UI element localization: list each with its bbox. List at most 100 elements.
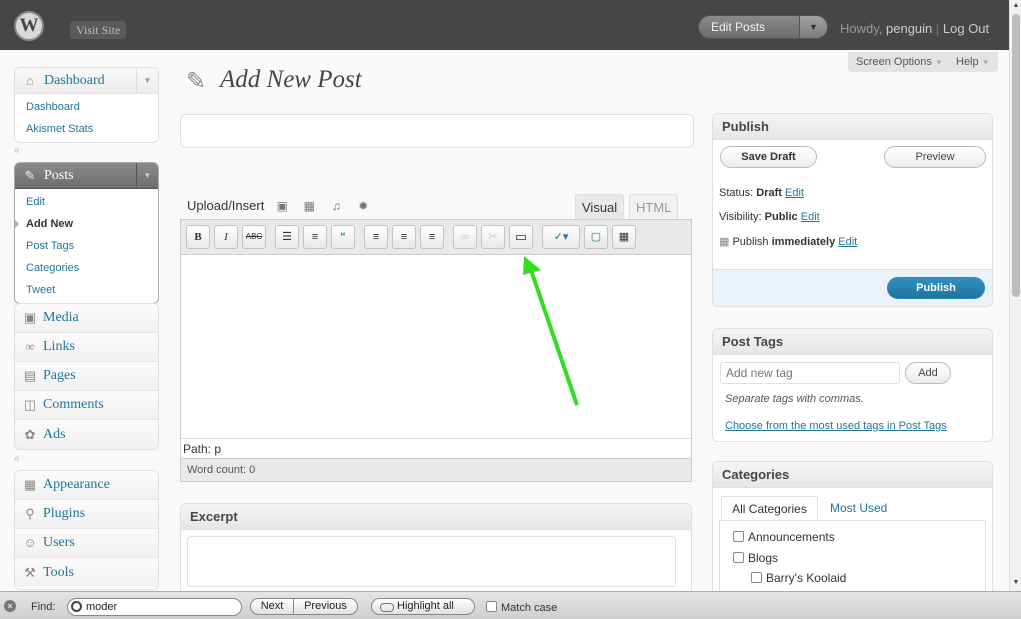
- menu-links[interactable]: ∞ Links: [15, 333, 158, 362]
- new-tag-input[interactable]: [720, 362, 900, 384]
- annotation-arrow-icon: [523, 256, 579, 406]
- align-right-icon[interactable]: ≡: [420, 225, 444, 249]
- scrollbar-thumb[interactable]: [1012, 14, 1020, 297]
- tab-most-used[interactable]: Most Used: [830, 496, 887, 520]
- submenu-edit[interactable]: Edit: [15, 191, 158, 213]
- unlink-icon[interactable]: ✂: [481, 225, 505, 249]
- favorite-actions-dropdown[interactable]: Edit Posts ▼: [698, 15, 828, 39]
- pin-icon: ✎: [24, 167, 36, 183]
- checkbox[interactable]: [733, 531, 744, 542]
- add-tag-button[interactable]: Add: [905, 362, 951, 384]
- home-icon: ⌂: [26, 72, 34, 88]
- add-video-icon[interactable]: ▦: [300, 199, 318, 213]
- tab-all-categories[interactable]: All Categories: [721, 496, 818, 521]
- menu-posts[interactable]: ✎ Posts ▼: [15, 163, 158, 189]
- match-case-toggle[interactable]: Match case: [486, 601, 557, 614]
- word-count: Word count: 0: [181, 458, 691, 481]
- screen-options-tab[interactable]: Screen Options ▼: [848, 52, 951, 72]
- wordpress-logo-icon[interactable]: W: [14, 11, 44, 41]
- checkbox[interactable]: [751, 572, 762, 583]
- visibility-row: Visibility: Public Edit: [719, 211, 820, 223]
- menu-tools[interactable]: ⚒ Tools: [15, 558, 158, 587]
- align-left-icon[interactable]: ≡: [364, 225, 388, 249]
- plugin-icon: ⚲: [25, 506, 35, 521]
- visit-site-button[interactable]: Visit Site: [70, 21, 127, 39]
- save-draft-button[interactable]: Save Draft: [720, 146, 817, 168]
- collapse-separator-icon[interactable]: «: [14, 453, 20, 464]
- italic-button[interactable]: I: [214, 225, 238, 249]
- strikethrough-button[interactable]: ABC: [242, 225, 266, 249]
- menu-users[interactable]: ☺ Users: [15, 529, 158, 558]
- post-tags-title: Post Tags: [713, 329, 992, 355]
- category-item[interactable]: Blogs: [733, 551, 778, 565]
- publish-button[interactable]: Publish: [887, 277, 985, 299]
- schedule-edit-link[interactable]: Edit: [838, 236, 857, 248]
- submenu-tweet[interactable]: Tweet: [15, 279, 158, 301]
- categories-box: Categories All Categories Most Used Anno…: [712, 461, 993, 601]
- post-title-input[interactable]: [180, 114, 694, 148]
- fullscreen-icon[interactable]: ▢: [584, 225, 608, 249]
- insert-more-tag-icon[interactable]: ▭: [509, 225, 533, 249]
- category-item[interactable]: Barry's Koolaid: [751, 571, 846, 585]
- match-case-checkbox[interactable]: [486, 601, 497, 612]
- kitchen-sink-icon[interactable]: ▦: [612, 225, 636, 249]
- link-icon: ∞: [25, 339, 35, 354]
- blockquote-icon[interactable]: “: [331, 225, 355, 249]
- add-image-icon[interactable]: ▣: [273, 199, 291, 213]
- collapse-separator-icon[interactable]: «: [14, 145, 20, 156]
- submenu-post-tags[interactable]: Post Tags: [15, 235, 158, 257]
- posts-menu: ✎ Posts ▼ Edit Add New Post Tags Categor…: [14, 162, 159, 304]
- find-next-button[interactable]: Next: [250, 598, 294, 615]
- checkbox[interactable]: [733, 552, 744, 563]
- choose-tags-link[interactable]: Choose from the most used tags in Post T…: [725, 420, 947, 432]
- menu-ads[interactable]: ✿ Ads: [15, 420, 158, 449]
- visibility-edit-link[interactable]: Edit: [801, 211, 820, 223]
- menu-pages[interactable]: ▤ Pages: [15, 362, 158, 391]
- menu-plugins[interactable]: ⚲ Plugins: [15, 500, 158, 529]
- find-input[interactable]: moder: [67, 598, 242, 616]
- align-center-icon[interactable]: ≡: [392, 225, 416, 249]
- insert-link-icon[interactable]: ∞: [453, 225, 477, 249]
- logout-link[interactable]: Log Out: [943, 21, 989, 36]
- category-item[interactable]: Announcements: [733, 530, 835, 544]
- tab-html[interactable]: HTML: [629, 194, 679, 220]
- submenu-dashboard[interactable]: Dashboard: [15, 96, 158, 118]
- editor-content-area[interactable]: [181, 255, 691, 438]
- bold-button[interactable]: B: [186, 225, 210, 249]
- add-media-icon[interactable]: ✹: [354, 199, 372, 213]
- menu-toggle-icon[interactable]: ▼: [136, 68, 158, 93]
- publish-box: Publish Save Draft Preview Status: Draft…: [712, 113, 993, 307]
- schedule-row: ▦ Publish immediately Edit: [719, 236, 858, 248]
- find-previous-button[interactable]: Previous: [294, 598, 358, 615]
- bullet-list-icon[interactable]: ☰: [275, 225, 299, 249]
- numbered-list-icon[interactable]: ≡: [303, 225, 327, 249]
- excerpt-textarea[interactable]: [187, 536, 676, 587]
- menu-toggle-icon[interactable]: ▼: [136, 163, 158, 188]
- tags-hint: Separate tags with commas.: [725, 393, 864, 405]
- submenu-categories[interactable]: Categories: [15, 257, 158, 279]
- submenu-akismet-stats[interactable]: Akismet Stats: [15, 118, 158, 140]
- spellcheck-icon[interactable]: ✓▾: [542, 225, 580, 249]
- vertical-scrollbar[interactable]: ▲ ▼: [1009, 0, 1021, 591]
- highlight-all-button[interactable]: Highlight all: [371, 598, 475, 615]
- username-link[interactable]: penguin: [886, 21, 932, 36]
- status-row: Status: Draft Edit: [719, 187, 804, 199]
- chevron-down-icon[interactable]: ▼: [799, 16, 827, 38]
- add-audio-icon[interactable]: ♫: [327, 199, 345, 213]
- menu-media[interactable]: ▣ Media: [15, 304, 158, 333]
- scroll-down-icon[interactable]: ▼: [1010, 579, 1021, 586]
- status-edit-link[interactable]: Edit: [785, 187, 804, 199]
- tab-visual[interactable]: Visual: [575, 194, 625, 220]
- help-tab[interactable]: Help ▼: [948, 52, 998, 72]
- user-greeting: Howdy, penguin | Log Out: [840, 21, 990, 36]
- appearance-icon: ▦: [23, 477, 37, 492]
- menu-dashboard[interactable]: ⌂ Dashboard ▼: [15, 68, 158, 94]
- publish-actions: Publish: [713, 269, 992, 306]
- scroll-up-icon[interactable]: ▲: [1010, 2, 1021, 9]
- submenu-add-new[interactable]: Add New: [15, 213, 158, 235]
- menu-appearance[interactable]: ▦ Appearance: [15, 471, 158, 500]
- menu-comments[interactable]: ◫ Comments: [15, 391, 158, 420]
- preview-button[interactable]: Preview: [884, 146, 986, 168]
- close-icon[interactable]: ×: [4, 600, 16, 612]
- post-editor: B I ABC ☰ ≡ “ ≡ ≡ ≡ ∞ ✂ ▭ ✓▾ ▢ ▦ Path: p…: [180, 219, 692, 482]
